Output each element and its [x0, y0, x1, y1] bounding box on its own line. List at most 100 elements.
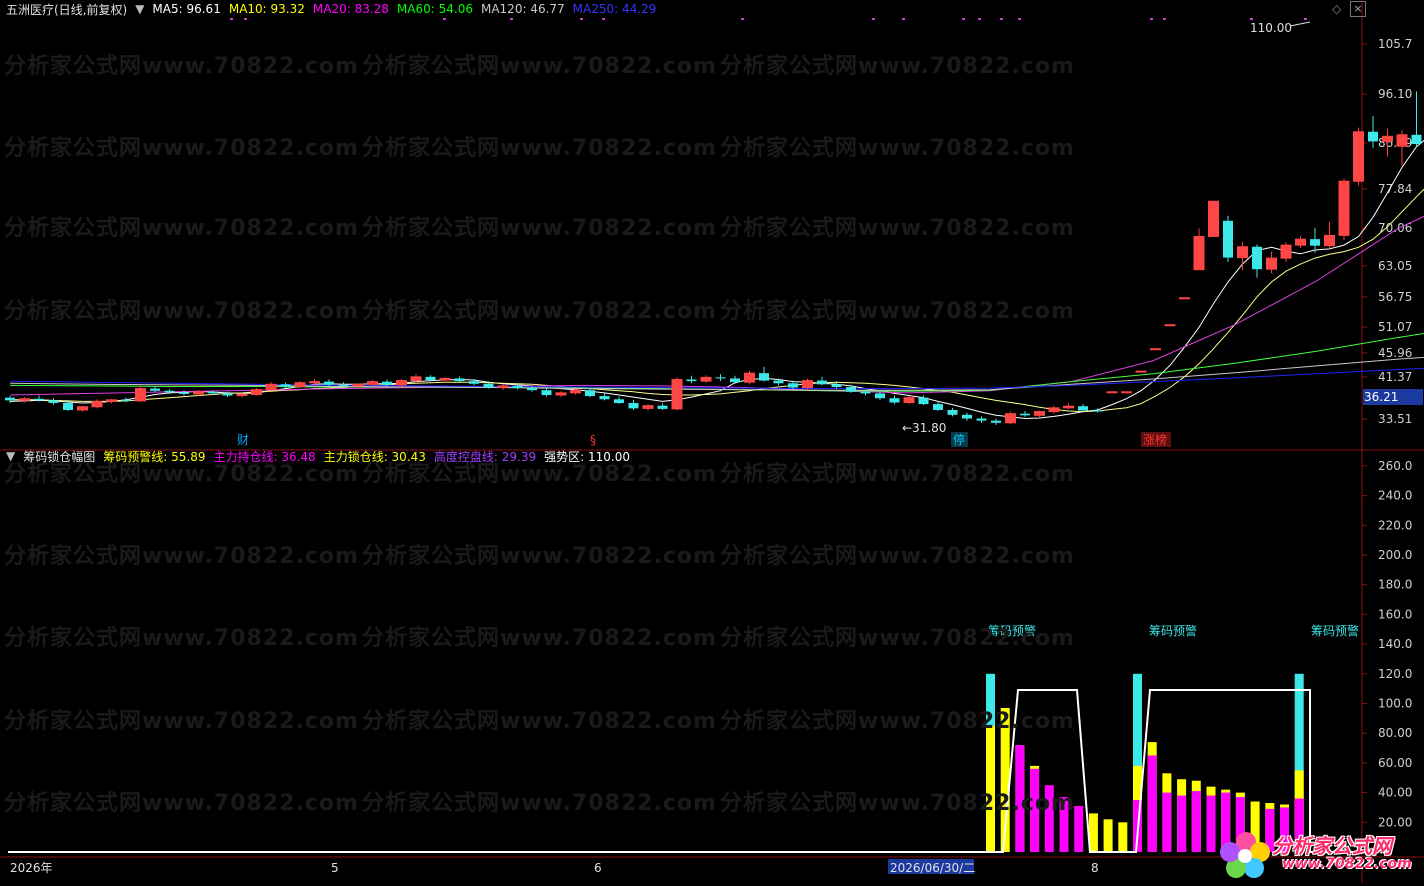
candle-body-up [1150, 348, 1161, 351]
indicator-tick-label: 40.00 [1378, 786, 1412, 800]
signal-dot [1150, 18, 1153, 20]
watermark-text: 分析家公式网www.70822.com [362, 136, 717, 161]
flower-icon [1220, 832, 1270, 878]
candle-body-down [875, 393, 885, 399]
candle-body-up [1295, 238, 1306, 246]
collapse-icon[interactable]: ▼ [6, 449, 15, 463]
watermark-text: 分析家公式网www.70822.com [362, 216, 717, 241]
candle-body-up [1396, 134, 1408, 147]
indicator-bar-yellow [1103, 819, 1113, 852]
signal-dot [978, 18, 981, 20]
candle-body-up [1237, 246, 1248, 259]
time-axis-label: 2026/06/30/二 [890, 861, 975, 875]
time-axis-label: 6 [594, 861, 602, 875]
candle-body-down [1223, 220, 1233, 258]
candle-body-down [164, 390, 175, 393]
watermark-text: 分析家公式网www.70822.com [720, 136, 1075, 161]
candle-body-down [918, 397, 929, 405]
candle-body-down [121, 399, 131, 401]
stock-title[interactable]: 五洲医疗(日线,前复权) [6, 1, 127, 18]
watermark-text: 分析家公式网www.70822.com [4, 544, 359, 569]
ma-line-ma20 [9, 215, 1424, 396]
signal-dot [1018, 18, 1021, 20]
ma-label-4: MA120: 46.77 [480, 2, 565, 16]
candle-body-up [1121, 391, 1132, 394]
candle-body-up [251, 389, 262, 395]
watermark-text: 分析家公式网www.70822.com [4, 136, 359, 161]
price-tick-label: 33.51 [1378, 412, 1412, 426]
candle-body-up [106, 399, 117, 402]
indicator-label-3: 高度控盘线: 29.39 [433, 449, 537, 464]
candle-body-down [759, 373, 769, 381]
logo-url: www.70822.com [1282, 856, 1412, 872]
candle-body-up [439, 377, 451, 381]
settings-icon[interactable]: ◇ [1332, 2, 1344, 16]
candle-body-down [1368, 131, 1378, 142]
close-icon[interactable]: × [1350, 1, 1366, 17]
indicator-title[interactable]: 筹码锁仓幅图 [23, 448, 95, 465]
candle-body-down [947, 409, 958, 415]
event-marker: 财 [237, 433, 249, 447]
price-tick-label: 51.07 [1378, 320, 1412, 334]
candle-body-down [788, 383, 798, 388]
price-tick-label: 105.7 [1378, 37, 1412, 51]
candle-body-up [236, 393, 248, 397]
candle-body-down [628, 403, 639, 409]
time-axis-label: 2026年 [10, 861, 53, 875]
candle-body-down [1411, 134, 1422, 145]
watermark-text: 分析家公式网www.70822.com [720, 544, 1075, 569]
candle-body-down [585, 390, 595, 397]
candle-body-up [1164, 324, 1176, 327]
candle-body-up [352, 383, 364, 387]
candle-body-down [382, 381, 392, 385]
candle-body-up [1338, 180, 1350, 236]
indicator-bar-magenta [1147, 755, 1157, 852]
signal-dot [1163, 18, 1166, 20]
indicator-tick-label: 100.0 [1378, 697, 1412, 711]
watermark-text: 分析家公式网www.70822.com [720, 216, 1075, 241]
ma-label-3: MA60: 54.06 [396, 2, 473, 16]
candle-body-up [1048, 407, 1060, 413]
indicator-tick-label: 60.00 [1378, 756, 1412, 770]
candle-body-down [889, 398, 900, 403]
watermark-text: 分析家公式网www.70822.com [4, 626, 359, 651]
indicator-tick-label: 140.0 [1378, 637, 1412, 651]
candle-body-down [1020, 413, 1030, 416]
ma-label-5: MA250: 44.29 [572, 2, 657, 16]
collapse-icon[interactable]: ▼ [135, 2, 144, 16]
indicator-bar-magenta [1191, 791, 1201, 852]
candle-body-up [1280, 244, 1292, 259]
event-marker: § [590, 433, 596, 447]
signal-dot [741, 18, 744, 20]
price-tick-label: 45.96 [1378, 346, 1412, 360]
candle-body-down [614, 399, 624, 404]
indicator-bar-magenta [1177, 795, 1187, 852]
indicator-tick-label: 120.0 [1378, 667, 1412, 681]
candle-body-up [294, 382, 306, 387]
signal-dot [443, 18, 446, 20]
candle-body-up [19, 398, 30, 401]
ma-label-0: MA5: 96.61 [152, 2, 221, 16]
indicator-label-1: 主力持仓线: 36.48 [213, 449, 316, 464]
candle-body-down [527, 388, 537, 391]
event-marker: 停 [953, 432, 965, 447]
high-price-label: 110.00 [1250, 21, 1292, 35]
ma-legend: MA5: 96.61 MA10: 93.32 MA20: 83.28 MA60: 54… [152, 2, 656, 16]
candle-body-up [744, 372, 755, 383]
candle-body-up [1179, 297, 1190, 300]
candle-body-down [469, 381, 479, 384]
indicator-bar-magenta [1206, 795, 1216, 852]
candle-body-up [135, 388, 146, 402]
indicator-label-4: 强势区: 110.00 [544, 449, 630, 464]
signal-dot [244, 18, 247, 20]
warning-label: 筹码预警 [1311, 623, 1359, 638]
indicator-tick-label: 80.00 [1378, 726, 1412, 740]
indicator-bar-magenta [1162, 792, 1172, 852]
watermark-text: 分析家公式网www.70822.com [362, 626, 717, 651]
indicator-label-0: 筹码预警线: 55.89 [103, 449, 206, 464]
candle-body-down [933, 404, 943, 410]
signal-dot [510, 18, 513, 20]
candle-body-down [34, 398, 44, 401]
candle-body-up [1135, 370, 1147, 373]
candle-body-up [1208, 200, 1219, 237]
